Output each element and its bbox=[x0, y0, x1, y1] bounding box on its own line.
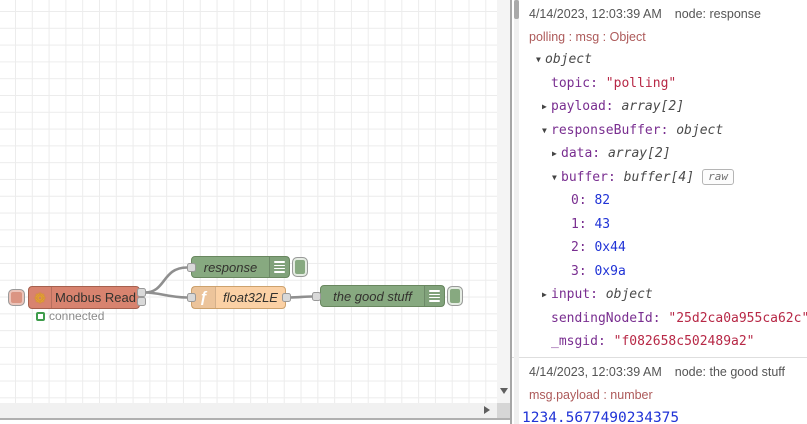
node-label: the good stuff bbox=[333, 288, 412, 304]
node-label: Modbus Read bbox=[55, 290, 136, 305]
input-port[interactable] bbox=[186, 263, 196, 272]
wire[interactable] bbox=[143, 266, 189, 294]
scroll-right-arrow-icon[interactable] bbox=[484, 406, 490, 414]
debug-tree-row[interactable]: ▶ payload: array[2] bbox=[529, 95, 799, 119]
expand-arrow-icon[interactable]: ▶ bbox=[542, 95, 551, 119]
debug-key-segment: 3: bbox=[571, 263, 595, 279]
debug-message-path: msg.payload : number bbox=[529, 387, 653, 402]
debug-str-segment: "25d2ca0a955ca62c" bbox=[668, 310, 807, 326]
debug-message: 4/14/2023, 12:03:39 AM node: the good st… bbox=[512, 358, 807, 424]
debug-key-segment: responseBuffer: bbox=[551, 122, 677, 138]
debug-message-meta: 4/14/2023, 12:03:39 AM node: response bbox=[529, 0, 799, 21]
debug-message: 4/14/2023, 12:03:39 AM node: response po… bbox=[512, 0, 807, 354]
debug-key-segment: buffer: bbox=[561, 169, 624, 185]
wire[interactable] bbox=[143, 291, 189, 299]
debug-type-segment: object bbox=[676, 122, 724, 138]
debug-type-segment: object bbox=[545, 52, 592, 67]
debug-tree-row: 3: 0x9a bbox=[529, 260, 799, 284]
debug-num-segment: 0x9a bbox=[594, 263, 626, 279]
collapse-arrow-icon[interactable]: ▼ bbox=[536, 48, 545, 72]
canvas-horizontal-scrollbar[interactable] bbox=[0, 403, 497, 418]
debug-message-meta: 4/14/2023, 12:03:39 AM node: the good st… bbox=[529, 358, 799, 379]
debug-tree-row[interactable]: ▶ input: object bbox=[529, 283, 799, 307]
debug-str-segment: "polling" bbox=[605, 75, 677, 91]
debug-key-segment: topic: bbox=[551, 75, 606, 91]
output-port[interactable] bbox=[281, 293, 291, 302]
debug-sidebar-icon bbox=[269, 257, 289, 277]
debug-tree-row: 2: 0x44 bbox=[529, 236, 799, 260]
debug-sidebar-icon bbox=[424, 286, 444, 306]
debug-type-segment: object bbox=[605, 287, 653, 302]
input-port[interactable] bbox=[186, 293, 196, 302]
debug-timestamp: 4/14/2023, 12:03:39 AM bbox=[529, 7, 662, 21]
debug-key-segment: input: bbox=[551, 287, 606, 302]
debug-tree-row[interactable]: ▼ object bbox=[529, 48, 799, 72]
input-port[interactable] bbox=[311, 292, 321, 301]
debug-tree: ▼ object topic: "polling" ▶ payload: array[2… bbox=[529, 48, 807, 354]
node-float32le[interactable]: ƒ float32LE bbox=[191, 286, 286, 309]
debug-toggle-button[interactable] bbox=[446, 285, 463, 306]
debug-tree-row: 1: 43 bbox=[529, 213, 799, 237]
debug-tree-row: sendingNodeId: "25d2ca0a955ca62c" bbox=[529, 307, 807, 331]
debug-type-segment: array[2] bbox=[621, 99, 685, 114]
collapse-arrow-icon[interactable]: ▼ bbox=[542, 119, 551, 143]
debug-toggle-button[interactable] bbox=[292, 256, 308, 277]
debug-num-segment: 82 bbox=[594, 193, 611, 208]
node-label: response bbox=[203, 259, 258, 275]
debug-type-segment: buffer[4] bbox=[623, 169, 695, 185]
output-port[interactable] bbox=[136, 297, 146, 306]
debug-type-segment: array[2] bbox=[607, 146, 671, 161]
debug-sidebar: 4/14/2023, 12:03:39 AM node: response po… bbox=[512, 0, 807, 424]
modbus-icon-area: ❁ bbox=[29, 287, 53, 308]
raw-toggle-button[interactable]: raw bbox=[702, 168, 734, 185]
canvas-vertical-scrollbar[interactable] bbox=[497, 0, 510, 403]
debug-source-node[interactable]: node: response bbox=[675, 7, 761, 21]
scrollbar-corner bbox=[497, 403, 510, 418]
output-port[interactable] bbox=[136, 287, 146, 297]
status-ring-icon bbox=[36, 311, 45, 321]
function-icon-area: ƒ bbox=[192, 287, 216, 308]
expand-arrow-icon[interactable]: ▶ bbox=[552, 142, 561, 166]
debug-tree-row: topic: "polling" bbox=[529, 72, 799, 96]
debug-tree-row: _msgid: "f082658c502489a2" bbox=[529, 330, 799, 354]
modbus-inject-button[interactable] bbox=[8, 289, 25, 306]
debug-num-segment: 0x44 bbox=[594, 240, 626, 255]
canvas-bottom-border bbox=[0, 418, 510, 420]
node-modbus-read[interactable]: ❁ Modbus Read bbox=[28, 286, 140, 309]
node-label: float32LE bbox=[223, 290, 278, 305]
node-response[interactable]: response bbox=[191, 256, 290, 278]
function-icon: ƒ bbox=[199, 289, 208, 306]
expand-arrow-icon[interactable]: ▶ bbox=[542, 283, 551, 307]
debug-message-path: polling : msg : Object bbox=[529, 30, 646, 44]
debug-tree-row: 0: 82 bbox=[529, 189, 799, 213]
debug-key-segment: 2: bbox=[571, 240, 595, 255]
collapse-arrow-icon[interactable]: ▼ bbox=[552, 166, 561, 190]
flow-canvas[interactable]: ❁ Modbus Read connected response ƒ float… bbox=[0, 0, 497, 403]
debug-scrollbar-thumb[interactable] bbox=[514, 0, 519, 19]
wire-layer bbox=[143, 266, 315, 299]
debug-scrollbar-track[interactable] bbox=[514, 0, 519, 424]
debug-key-segment: 0: bbox=[571, 193, 595, 208]
debug-tree-row[interactable]: ▼ buffer: buffer[4] raw bbox=[529, 166, 799, 190]
debug-key-segment: data: bbox=[561, 146, 608, 161]
node-status: connected bbox=[36, 309, 104, 323]
debug-num-segment: 43 bbox=[594, 216, 611, 232]
debug-tree-row[interactable]: ▶ data: array[2] bbox=[529, 142, 799, 166]
debug-number-value: 1234.5677490234375 bbox=[522, 409, 680, 424]
status-text: connected bbox=[49, 309, 105, 323]
debug-source-node[interactable]: node: the good stuff bbox=[675, 365, 785, 379]
wire[interactable] bbox=[287, 295, 315, 299]
scroll-down-arrow-icon[interactable] bbox=[499, 388, 508, 394]
debug-key-segment: 1: bbox=[571, 216, 595, 232]
debug-key-segment: sendingNodeId: bbox=[551, 310, 669, 326]
node-the-good-stuff[interactable]: the good stuff bbox=[320, 285, 445, 307]
debug-key-segment: payload: bbox=[551, 99, 622, 114]
debug-key-segment: _msgid: bbox=[551, 334, 614, 349]
modbus-flower-icon: ❁ bbox=[34, 289, 46, 306]
debug-tree-row[interactable]: ▼ responseBuffer: object bbox=[529, 119, 799, 143]
debug-timestamp: 4/14/2023, 12:03:39 AM bbox=[529, 364, 662, 379]
debug-str-segment: "f082658c502489a2" bbox=[613, 334, 755, 349]
